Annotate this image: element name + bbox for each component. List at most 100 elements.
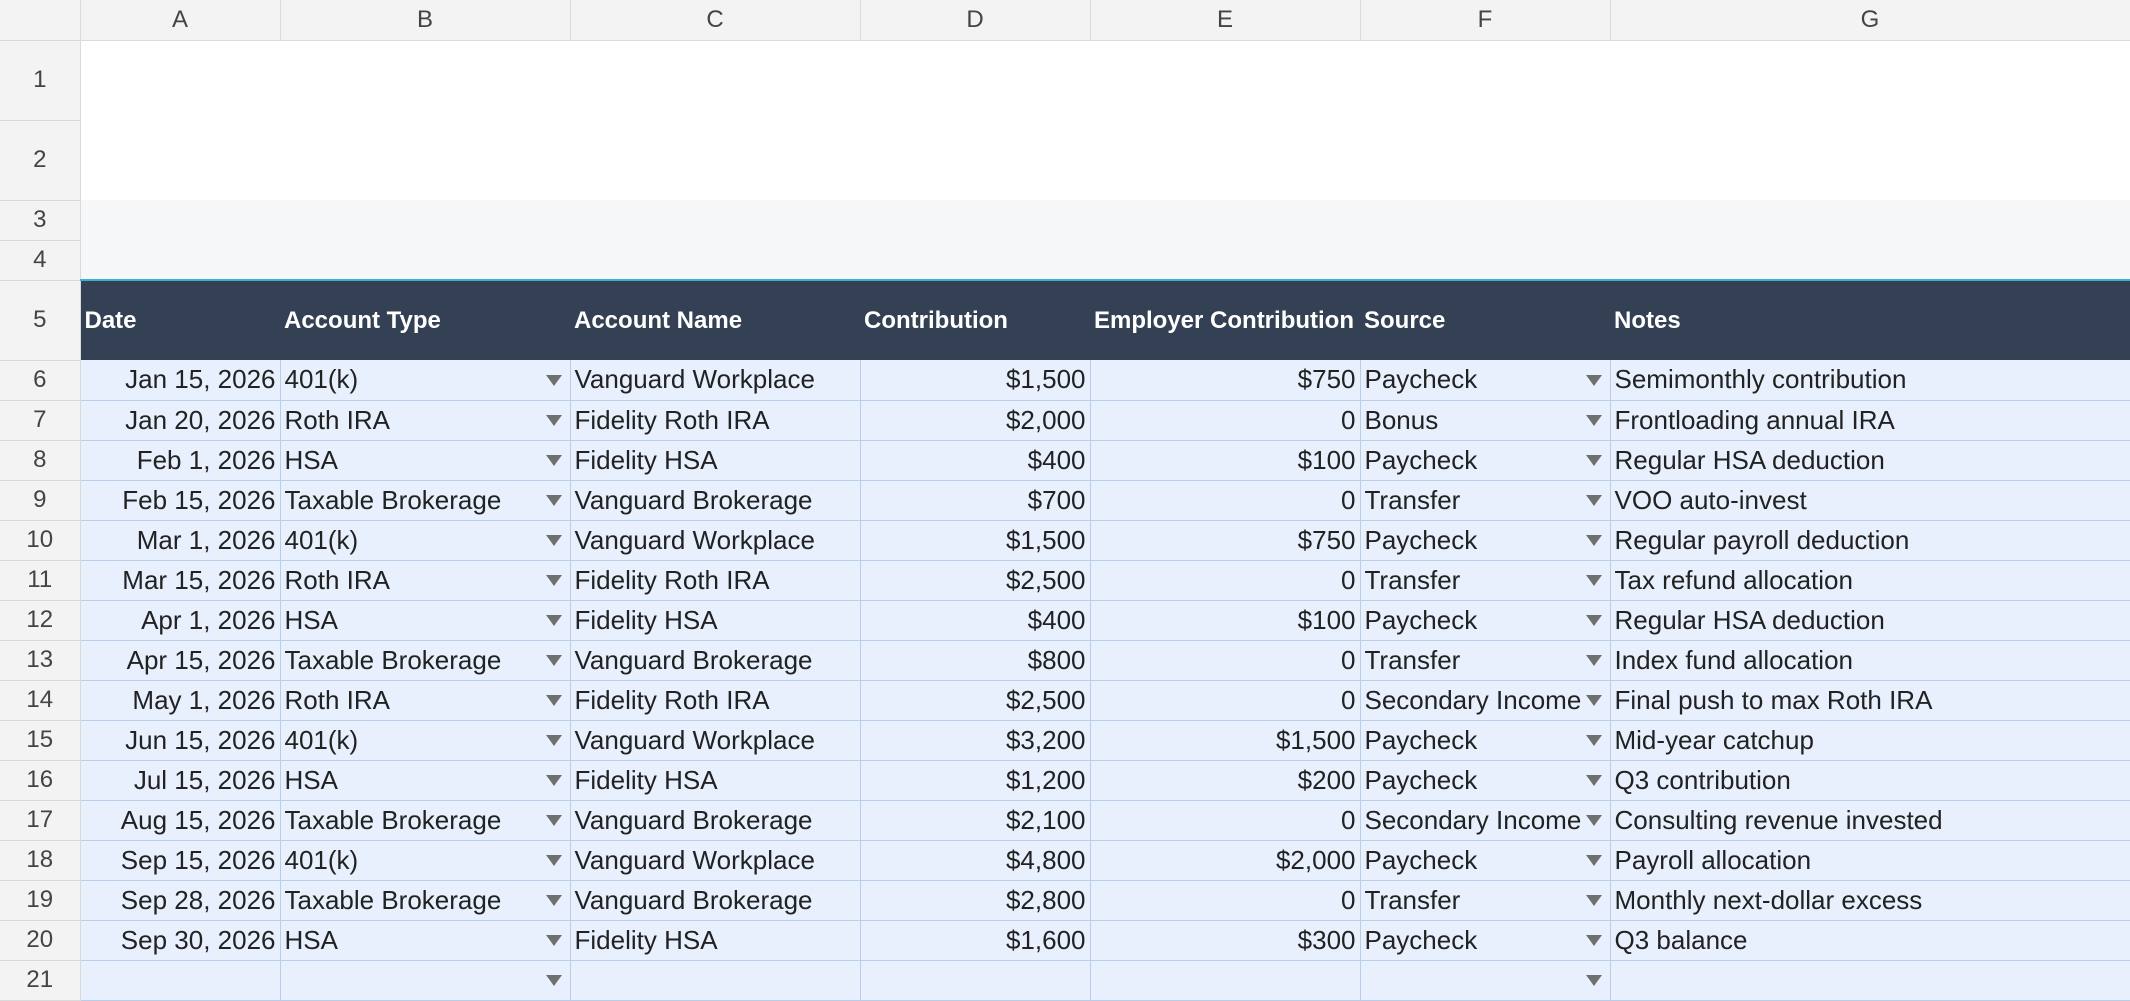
employer-contribution-cell[interactable]: $100	[1090, 440, 1361, 481]
dropdown-arrow-icon[interactable]	[545, 495, 562, 506]
column-header-d[interactable]: D	[860, 0, 1091, 41]
date-cell[interactable]: Sep 15, 2026	[80, 840, 281, 881]
account-type-select[interactable]	[280, 960, 571, 1001]
date-cell[interactable]: Sep 28, 2026	[80, 880, 281, 921]
contribution-cell[interactable]: $1,600	[860, 920, 1091, 961]
dropdown-arrow-icon[interactable]	[1585, 374, 1602, 386]
account-type-select[interactable]: HSA	[280, 600, 571, 641]
source-select[interactable]: Paycheck	[1360, 760, 1611, 801]
dropdown-arrow-icon[interactable]	[1585, 775, 1602, 786]
source-select[interactable]: Transfer	[1360, 640, 1611, 681]
notes-cell[interactable]: Consulting revenue invested	[1610, 800, 2130, 841]
employer-contribution-cell[interactable]: 0	[1090, 800, 1361, 841]
account-name-cell[interactable]: Fidelity Roth IRA	[570, 680, 861, 721]
column-header-c[interactable]: C	[570, 0, 861, 41]
notes-cell[interactable]: Tax refund allocation	[1610, 560, 2130, 601]
employer-contribution-cell[interactable]: $2,000	[1090, 840, 1361, 881]
account-name-cell[interactable]: Fidelity HSA	[570, 440, 861, 481]
header-date[interactable]: Date	[80, 280, 280, 360]
date-cell[interactable]: Jul 15, 2026	[80, 760, 281, 801]
row-header[interactable]: 5	[0, 280, 81, 361]
row-header[interactable]: 21	[0, 960, 81, 1001]
account-name-cell[interactable]: Fidelity Roth IRA	[570, 400, 861, 441]
employer-contribution-cell[interactable]: 0	[1090, 560, 1361, 601]
contribution-cell[interactable]: $1,500	[860, 360, 1091, 401]
header-account-type[interactable]: Account Type	[280, 280, 570, 360]
account-type-select[interactable]: 401(k)	[280, 840, 571, 881]
dropdown-arrow-icon[interactable]	[545, 975, 562, 986]
dropdown-arrow-icon[interactable]	[1585, 735, 1602, 746]
account-name-cell[interactable]: Fidelity Roth IRA	[570, 560, 861, 601]
notes-cell[interactable]: Regular HSA deduction	[1610, 440, 2130, 481]
account-name-cell[interactable]: Fidelity HSA	[570, 760, 861, 801]
account-name-cell[interactable]: Vanguard Workplace	[570, 720, 861, 761]
header-employer-contribution[interactable]: Employer Contribution	[1090, 280, 1360, 360]
employer-contribution-cell[interactable]: $300	[1090, 920, 1361, 961]
account-name-cell[interactable]: Vanguard Brokerage	[570, 800, 861, 841]
dropdown-arrow-icon[interactable]	[1585, 615, 1602, 626]
employer-contribution-cell[interactable]: 0	[1090, 400, 1361, 441]
column-header-f[interactable]: F	[1360, 0, 1611, 41]
source-select[interactable]: Paycheck	[1360, 920, 1611, 961]
date-cell[interactable]	[80, 960, 281, 1001]
row-header[interactable]: 9	[0, 480, 81, 521]
account-name-cell[interactable]: Vanguard Workplace	[570, 360, 861, 401]
date-cell[interactable]: Feb 1, 2026	[80, 440, 281, 481]
empty-cell[interactable]	[80, 40, 2130, 120]
header-contribution[interactable]: Contribution	[860, 280, 1090, 360]
notes-cell[interactable]: Regular HSA deduction	[1610, 600, 2130, 641]
dropdown-arrow-icon[interactable]	[545, 455, 562, 466]
account-type-select[interactable]: HSA	[280, 760, 571, 801]
empty-cell[interactable]	[80, 120, 2130, 200]
row-header[interactable]: 14	[0, 680, 81, 721]
dropdown-arrow-icon[interactable]	[1585, 935, 1602, 946]
source-select[interactable]: Bonus	[1360, 400, 1611, 441]
dropdown-arrow-icon[interactable]	[1585, 535, 1602, 546]
row-header[interactable]: 3	[0, 200, 81, 241]
row-header[interactable]: 4	[0, 240, 81, 281]
contribution-cell[interactable]	[860, 960, 1091, 1001]
date-cell[interactable]: Aug 15, 2026	[80, 800, 281, 841]
date-cell[interactable]: Feb 15, 2026	[80, 480, 281, 521]
column-header-b[interactable]: B	[280, 0, 571, 41]
contribution-cell[interactable]: $2,500	[860, 560, 1091, 601]
dropdown-arrow-icon[interactable]	[545, 374, 562, 386]
account-type-select[interactable]: HSA	[280, 440, 571, 481]
employer-contribution-cell[interactable]: 0	[1090, 880, 1361, 921]
source-select[interactable]: Secondary Income	[1360, 680, 1611, 721]
dropdown-arrow-icon[interactable]	[1585, 495, 1602, 506]
source-select[interactable]: Paycheck	[1360, 600, 1611, 641]
dropdown-arrow-icon[interactable]	[545, 895, 562, 906]
row-header[interactable]: 18	[0, 840, 81, 881]
dropdown-arrow-icon[interactable]	[1585, 975, 1602, 986]
dropdown-arrow-icon[interactable]	[545, 535, 562, 546]
header-source[interactable]: Source	[1360, 280, 1610, 360]
row-header[interactable]: 2	[0, 120, 81, 201]
row-header[interactable]: 19	[0, 880, 81, 921]
date-cell[interactable]: Jan 20, 2026	[80, 400, 281, 441]
account-type-select[interactable]: HSA	[280, 920, 571, 961]
row-header[interactable]: 7	[0, 400, 81, 441]
date-cell[interactable]: Mar 15, 2026	[80, 560, 281, 601]
source-select[interactable]: Secondary Income	[1360, 800, 1611, 841]
date-cell[interactable]: Mar 1, 2026	[80, 520, 281, 561]
account-type-select[interactable]: Roth IRA	[280, 400, 571, 441]
row-header[interactable]: 13	[0, 640, 81, 681]
row-header[interactable]: 11	[0, 560, 81, 601]
source-select[interactable]	[1360, 960, 1611, 1001]
notes-cell[interactable]: Q3 contribution	[1610, 760, 2130, 801]
dropdown-arrow-icon[interactable]	[1585, 855, 1602, 866]
notes-cell[interactable]	[1610, 960, 2130, 1001]
notes-cell[interactable]: Final push to max Roth IRA	[1610, 680, 2130, 721]
empty-cell[interactable]	[80, 240, 2130, 281]
account-type-select[interactable]: Roth IRA	[280, 560, 571, 601]
account-type-select[interactable]: 401(k)	[280, 520, 571, 561]
employer-contribution-cell[interactable]: $1,500	[1090, 720, 1361, 761]
account-type-select[interactable]: 401(k)	[280, 720, 571, 761]
account-name-cell[interactable]: Vanguard Brokerage	[570, 640, 861, 681]
dropdown-arrow-icon[interactable]	[545, 415, 562, 426]
source-select[interactable]: Transfer	[1360, 880, 1611, 921]
notes-cell[interactable]: Payroll allocation	[1610, 840, 2130, 881]
notes-cell[interactable]: Monthly next-dollar excess	[1610, 880, 2130, 921]
date-cell[interactable]: Apr 15, 2026	[80, 640, 281, 681]
